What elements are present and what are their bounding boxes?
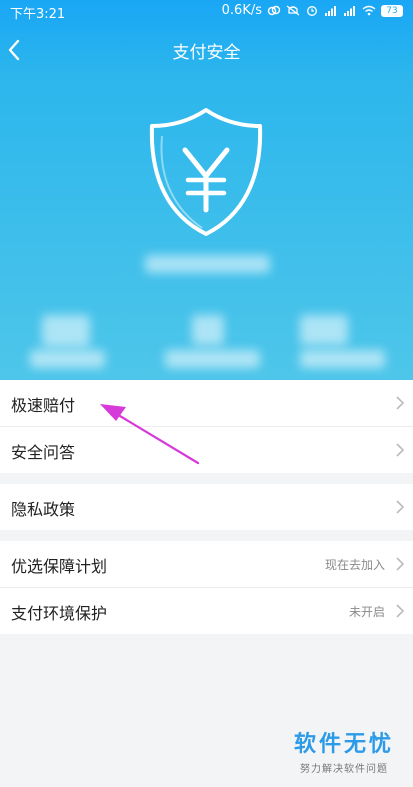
alarm-icon xyxy=(307,6,317,16)
chevron-right-icon xyxy=(396,443,405,457)
shield-yen-icon xyxy=(149,108,263,236)
signal-icon xyxy=(325,6,336,16)
menu-item-label: 优选保障计划 xyxy=(11,557,108,576)
menu-item-fast-compensation[interactable]: 极速赔付 xyxy=(0,380,413,427)
status-indicators: 0.6K/s 73 xyxy=(222,3,403,18)
menu-item-payment-environment[interactable]: 支付环境保护 未开启 xyxy=(0,588,413,634)
blurred-stat-label-1 xyxy=(30,350,105,368)
menu-group-3: 优选保障计划 现在去加入 支付环境保护 未开启 xyxy=(0,541,413,634)
nav-bar: 支付安全 xyxy=(0,24,413,76)
blurred-stat-2 xyxy=(192,315,224,345)
blurred-stat-1 xyxy=(42,315,90,347)
menu-item-protection-plan[interactable]: 优选保障计划 现在去加入 xyxy=(0,541,413,588)
blurred-stat-label-3 xyxy=(300,350,385,368)
signal-icon-2 xyxy=(344,6,355,16)
chevron-right-icon xyxy=(396,604,405,618)
menu-item-label: 隐私政策 xyxy=(11,500,76,519)
net-speed: 0.6K/s xyxy=(221,3,262,18)
chevron-right-icon xyxy=(396,396,405,410)
link-icon xyxy=(267,5,281,16)
menu-item-value: 未开启 xyxy=(348,605,385,619)
menu-item-label: 安全问答 xyxy=(11,443,76,462)
menu-group-1: 极速赔付 安全问答 xyxy=(0,380,413,473)
menu-item-security-qa[interactable]: 安全问答 xyxy=(0,427,413,473)
watermark-subtitle: 努力解决软件问题 xyxy=(300,764,388,775)
page-title: 支付安全 xyxy=(172,43,241,63)
watermark-logo: 软件无忧 努力解决软件问题 xyxy=(283,722,405,780)
menu-item-label: 支付环境保护 xyxy=(11,604,108,623)
blurred-stat-label-2 xyxy=(165,350,260,368)
menu-item-label: 极速赔付 xyxy=(11,396,76,415)
status-bar: 下午3:21 0.6K/s 73 xyxy=(0,0,413,24)
status-time: 下午3:21 xyxy=(10,7,66,22)
battery-level: 73 xyxy=(381,4,403,17)
watermark-title: 软件无忧 xyxy=(293,732,394,757)
blurred-stat-3 xyxy=(300,315,348,345)
menu-item-value: 现在去加入 xyxy=(324,558,385,572)
blurred-account-info xyxy=(145,255,270,273)
chevron-right-icon xyxy=(396,500,405,514)
mute-icon xyxy=(286,5,300,16)
menu-group-2: 隐私政策 xyxy=(0,484,413,530)
menu-item-privacy-policy[interactable]: 隐私政策 xyxy=(0,484,413,530)
chevron-right-icon xyxy=(396,557,405,571)
wifi-icon xyxy=(362,5,376,16)
